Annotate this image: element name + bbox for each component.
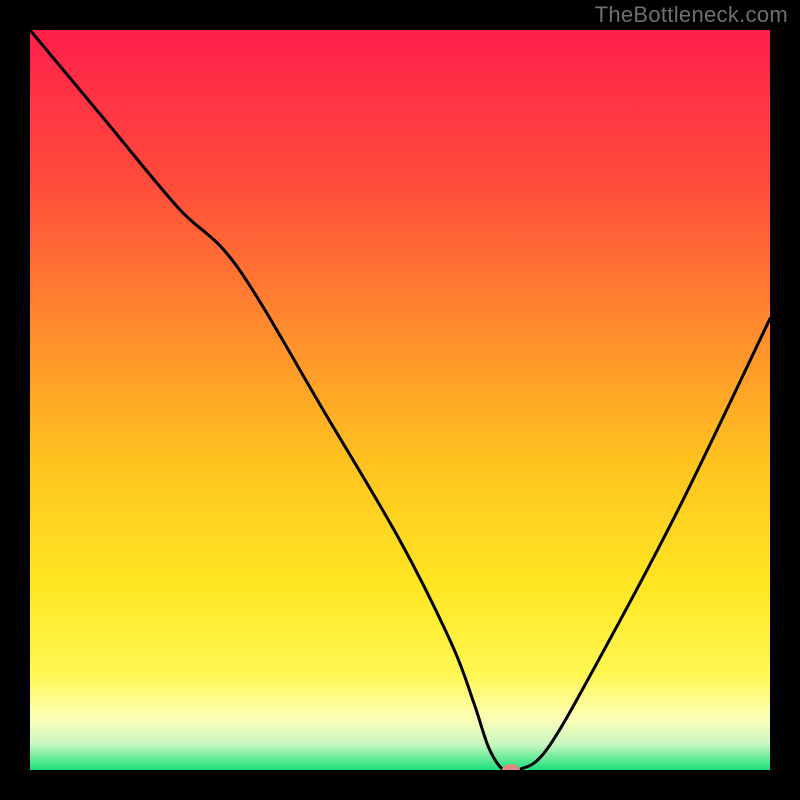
chart-svg bbox=[30, 30, 770, 770]
chart-plot-area bbox=[30, 30, 770, 770]
chart-background bbox=[30, 30, 770, 770]
chart-frame: TheBottleneck.com bbox=[0, 0, 800, 800]
watermark-label: TheBottleneck.com bbox=[595, 2, 788, 28]
